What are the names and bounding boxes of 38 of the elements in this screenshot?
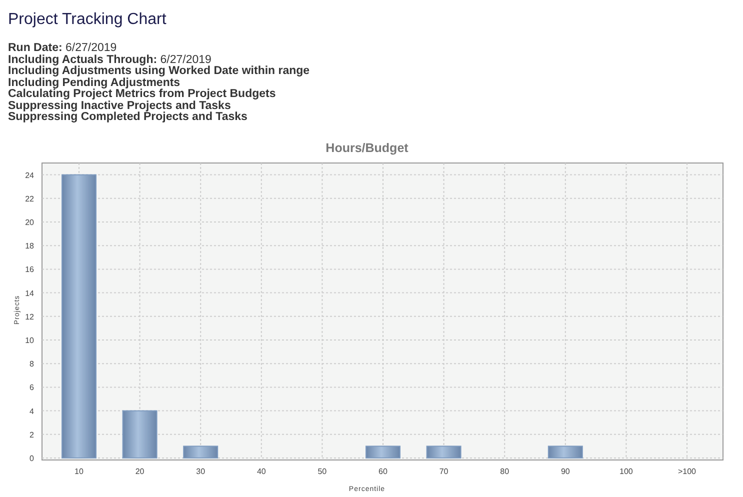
y-tick-label: 2 — [30, 430, 34, 440]
x-tick-label: 60 — [378, 467, 388, 476]
x-tick-label: 80 — [500, 467, 510, 476]
y-tick-label: 12 — [25, 312, 34, 322]
y-tick-label: 22 — [25, 194, 34, 204]
page-title: Project Tracking Chart — [7, 10, 168, 30]
x-tick-label: 90 — [560, 467, 570, 476]
y-tick-label: 24 — [25, 170, 34, 180]
x-tick-label: 40 — [256, 467, 266, 476]
report-option: Including Adjustments using Worked Date within range — [8, 66, 310, 78]
chart-title: Hours/Budget — [326, 141, 408, 155]
y-tick-label: 8 — [30, 360, 34, 369]
x-tick-label: 20 — [135, 467, 144, 476]
x-tick-label: >100 — [678, 467, 696, 476]
y-tick-label: 10 — [25, 336, 34, 345]
report-option: Including Actuals Through: 6/27/2019 — [8, 54, 212, 66]
bar — [426, 446, 462, 458]
x-tick-label: 100 — [620, 467, 633, 476]
report-option: Including Pending Adjustments — [8, 78, 180, 89]
y-tick-label: 16 — [25, 265, 34, 274]
x-tick-label: 30 — [196, 467, 206, 476]
y-tick-label: 18 — [25, 242, 34, 251]
report-option: Run Date: 6/27/2019 — [8, 43, 117, 54]
bar — [122, 410, 158, 458]
report-option: Suppressing Completed Projects and Tasks — [8, 112, 248, 124]
x-tick-label: 50 — [318, 467, 327, 476]
report-option: Calculating Project Metrics from Project Budgets — [8, 89, 276, 100]
y-tick-label: 20 — [25, 218, 34, 227]
y-tick-label: 4 — [30, 406, 34, 416]
x-tick-label: 10 — [74, 467, 84, 476]
bar — [366, 446, 400, 458]
report-option: Suppressing Inactive Projects and Tasks — [8, 100, 231, 112]
y-tick-label: 6 — [30, 383, 34, 392]
y-tick-label: 14 — [25, 288, 34, 298]
bar — [548, 446, 583, 458]
x-tick-label: 70 — [439, 467, 448, 476]
bar — [183, 446, 218, 458]
y-tick-label: 0 — [30, 454, 34, 463]
